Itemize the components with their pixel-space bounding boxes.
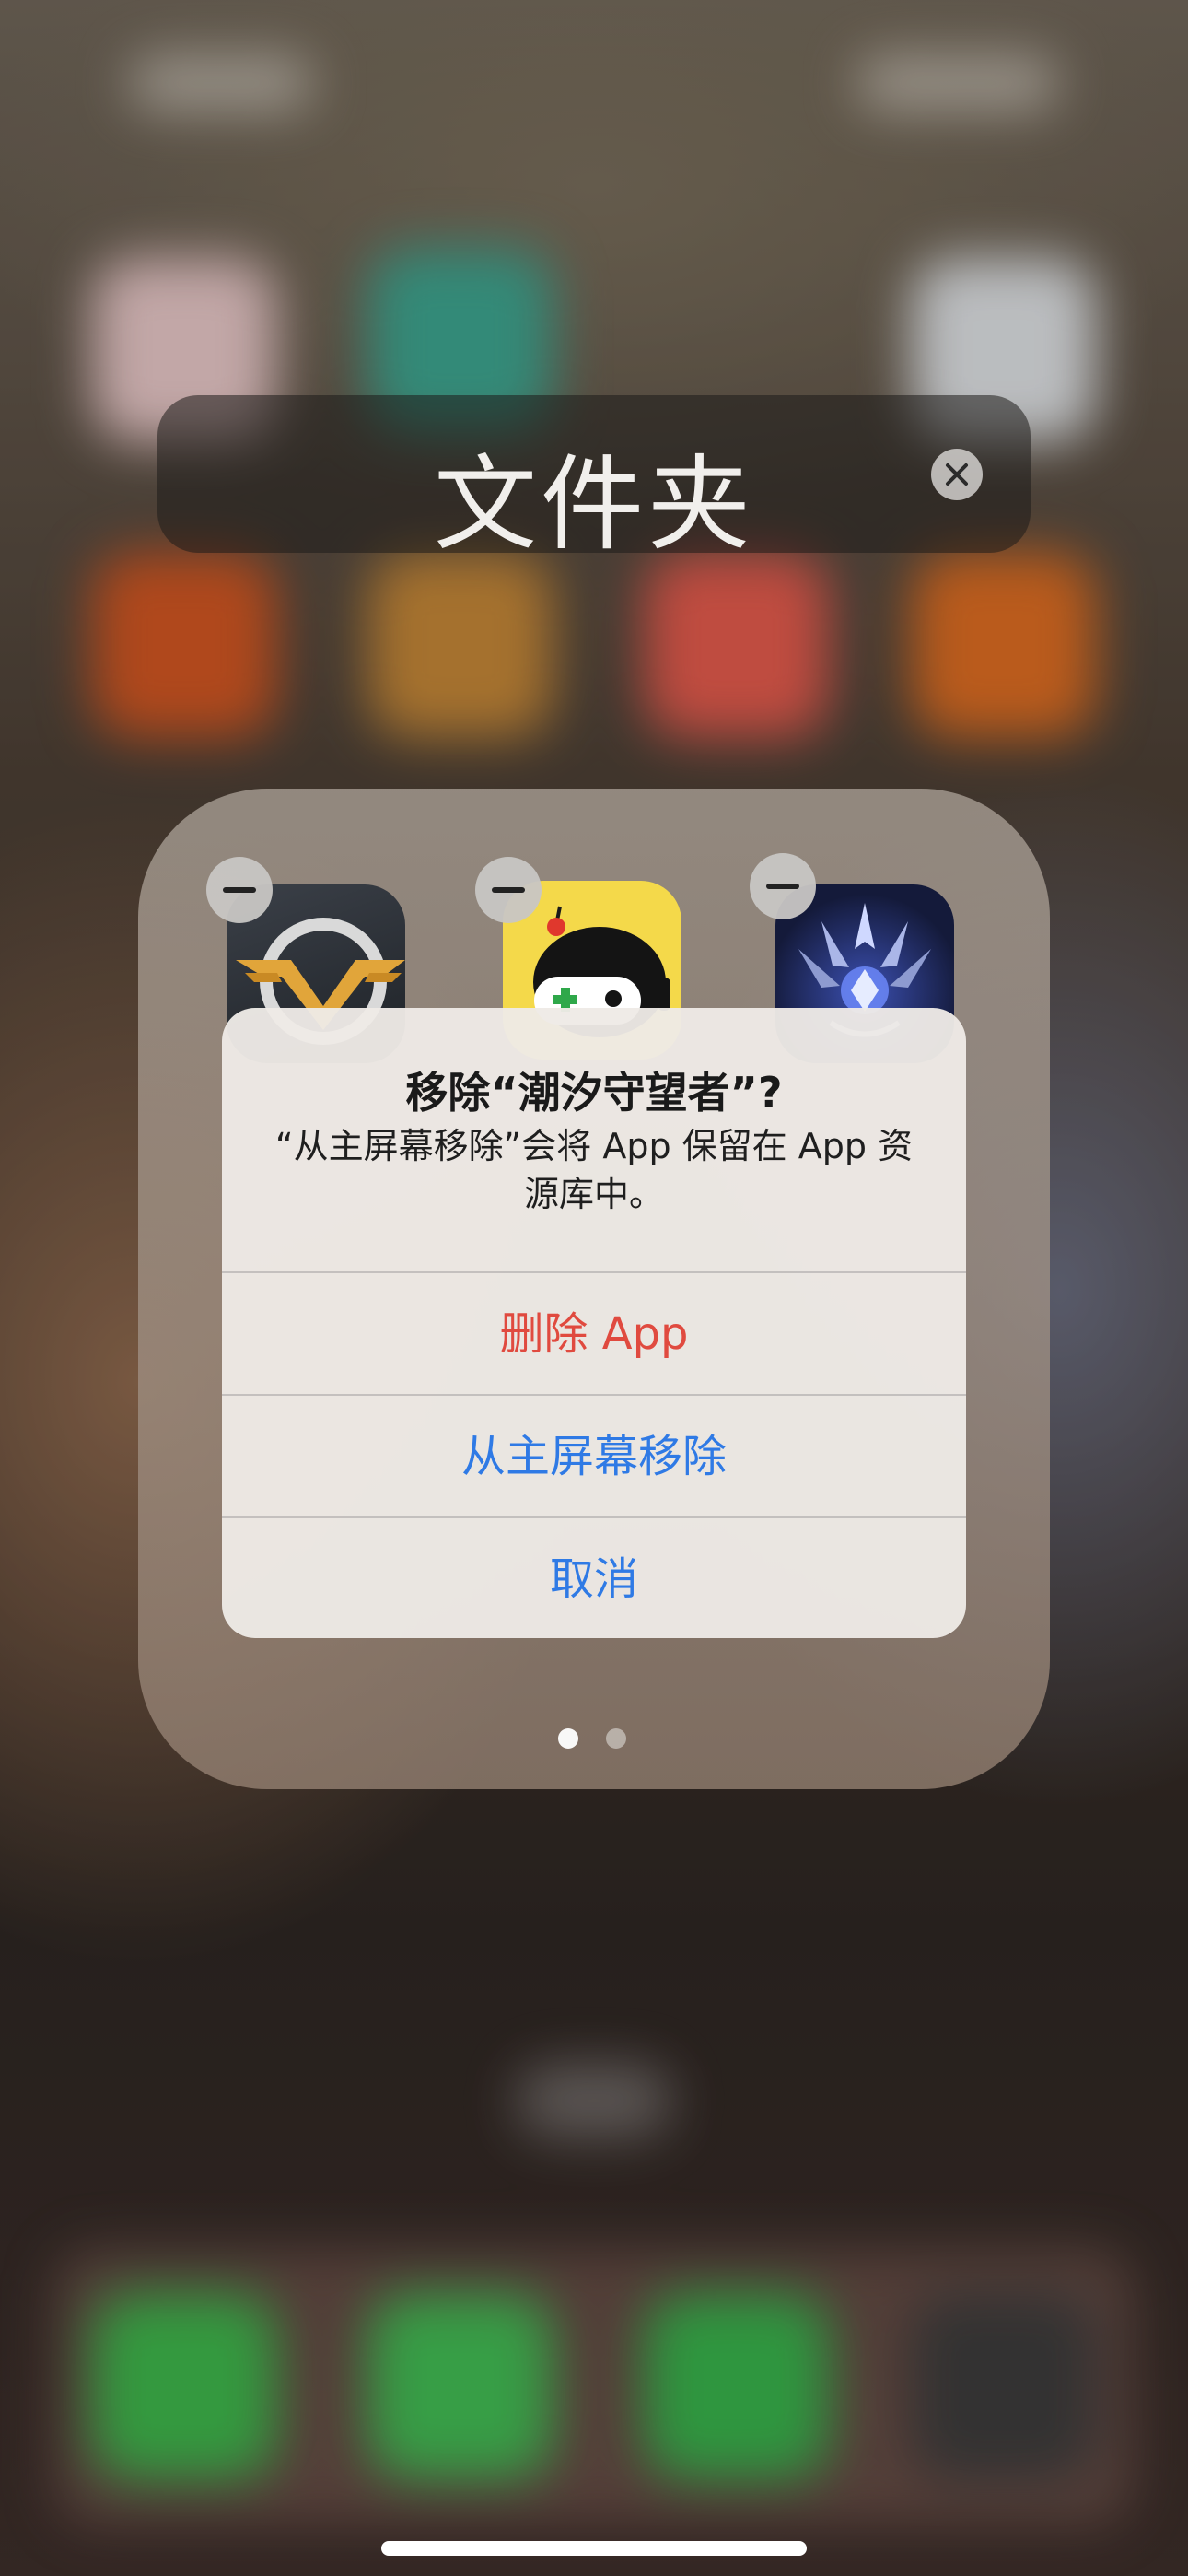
clear-text-button[interactable] [931,449,983,500]
folder-name-text[interactable]: 文件夹 [157,421,1031,570]
alert-title: 移除“潮汐守望者”? [405,1068,783,1118]
remove-app-button-1[interactable] [206,857,273,923]
delete-app-button[interactable]: 删除 App [222,1271,966,1395]
page-indicator[interactable] [0,1728,1188,1751]
minus-icon [766,884,799,889]
folder-name-field[interactable]: 文件夹 [157,395,1031,565]
page-dot-active[interactable] [558,1728,578,1749]
remove-app-button-3[interactable] [750,853,816,919]
remove-app-button-2[interactable] [475,857,542,923]
remove-from-home-button[interactable]: 从主屏幕移除 [222,1394,966,1517]
alert-message: “从主屏幕移除”会将 App 保留在 App 资源库中。 [274,1126,914,1214]
cancel-button[interactable]: 取消 [222,1516,966,1638]
page-dot[interactable] [606,1728,626,1749]
home-indicator[interactable] [381,2541,807,2556]
xmark-icon [946,463,968,486]
minus-icon [223,887,256,893]
minus-icon [492,887,525,893]
remove-app-alert: 移除“潮汐守望者”? “从主屏幕移除”会将 App 保留在 App 资源库中。 … [222,1008,966,1638]
